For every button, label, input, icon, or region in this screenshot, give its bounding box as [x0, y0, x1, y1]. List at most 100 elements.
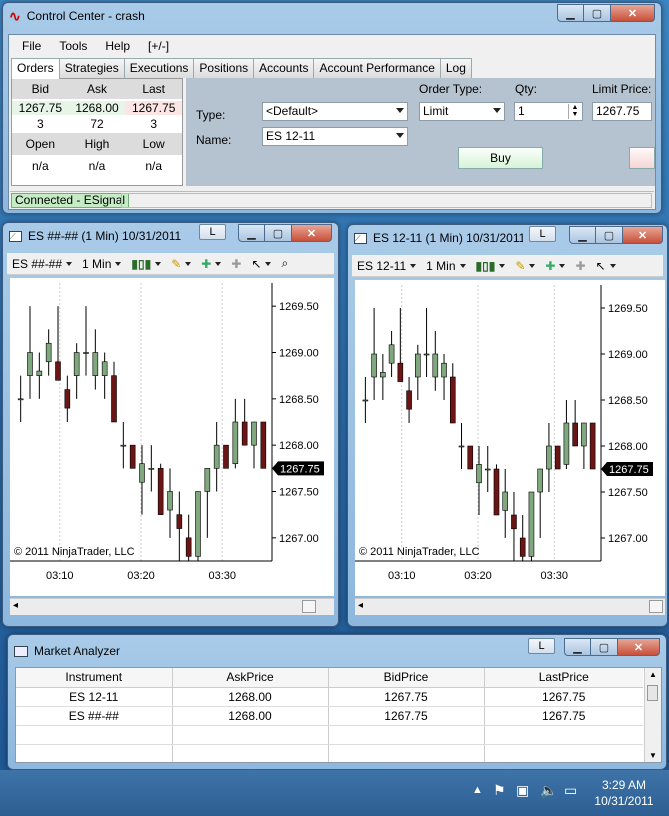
- candle-body: [17, 398, 24, 401]
- menu-tools[interactable]: Tools: [50, 39, 96, 53]
- interval-selector[interactable]: 1 Min: [426, 259, 466, 273]
- sell-button[interactable]: [629, 147, 655, 169]
- maximize-button[interactable]: ▢: [591, 638, 618, 656]
- tab-accounts[interactable]: Accounts: [253, 58, 315, 78]
- name-dropdown[interactable]: ES 12-11: [262, 127, 408, 146]
- maximize-button[interactable]: ▢: [584, 4, 611, 22]
- pencil-icon[interactable]: ✎: [171, 257, 192, 271]
- tab-strategies[interactable]: Strategies: [58, 58, 125, 78]
- zoom-icon[interactable]: ⌕: [281, 256, 288, 271]
- buy-button[interactable]: Buy: [458, 147, 543, 169]
- menu-toggle[interactable]: [+/-]: [139, 39, 178, 53]
- minimize-button[interactable]: ▁: [569, 226, 596, 244]
- order-type-dropdown[interactable]: Limit: [419, 102, 505, 121]
- close-button[interactable]: ✕: [618, 638, 660, 656]
- table-row[interactable]: [16, 744, 643, 762]
- tab-orders[interactable]: Orders: [11, 58, 60, 79]
- market-analyzer-grid[interactable]: Instrument AskPrice BidPrice LastPrice E…: [15, 667, 662, 763]
- cursor-icon[interactable]: ↖: [251, 257, 272, 271]
- y-tick-label: 1267.00: [279, 533, 319, 545]
- chart-plot-area[interactable]: 03:10 03:20 03:30 1269.50 1269.00 1268.50 1268…: [355, 280, 665, 596]
- volume-icon[interactable]: 🔈: [540, 782, 557, 799]
- pencil-icon[interactable]: ✎: [515, 259, 536, 273]
- close-button[interactable]: ✕: [292, 224, 332, 242]
- chart-style-icon[interactable]: ▮▯▮: [476, 259, 506, 273]
- scroll-thumb[interactable]: [647, 685, 658, 701]
- table-row[interactable]: ES 12-11 1268.00 1267.75 1267.75: [16, 687, 643, 707]
- link-button[interactable]: L: [528, 638, 555, 654]
- table-row[interactable]: ES ##-## 1268.00 1267.75 1267.75: [16, 706, 643, 726]
- minimize-button[interactable]: ▁: [238, 224, 265, 242]
- vertical-scrollbar[interactable]: ▲ ▼: [644, 668, 661, 762]
- scroll-thumb[interactable]: [302, 600, 316, 613]
- clock[interactable]: 3:29 AM 10/31/2011: [588, 777, 660, 809]
- x-tick-label: 03:30: [540, 570, 568, 582]
- stepper-arrows-icon[interactable]: ▲ ▼: [568, 104, 581, 119]
- maximize-button[interactable]: ▢: [596, 226, 623, 244]
- table-row[interactable]: [16, 725, 643, 745]
- horizontal-scrollbar[interactable]: ◂: [10, 598, 334, 615]
- type-dropdown[interactable]: <Default>: [262, 102, 408, 121]
- strategy-icon[interactable]: ✚: [575, 259, 585, 273]
- column-header[interactable]: BidPrice: [328, 668, 485, 688]
- tab-log[interactable]: Log: [439, 58, 472, 78]
- instrument-selector[interactable]: ES ##-##: [12, 257, 73, 271]
- network-icon[interactable]: ▣: [516, 782, 529, 799]
- candle-body: [157, 468, 164, 515]
- link-button[interactable]: L: [199, 224, 226, 240]
- candle-body: [371, 353, 377, 378]
- last-price-label: 1267.75: [280, 463, 320, 475]
- minimize-button[interactable]: ▁: [564, 638, 591, 656]
- chart-title: ES 12-11 (1 Min) 10/31/2011: [373, 231, 523, 245]
- minimize-button[interactable]: ▁: [557, 4, 584, 22]
- scroll-left-icon[interactable]: ◂: [358, 600, 363, 611]
- horizontal-scrollbar[interactable]: ◂: [355, 598, 665, 615]
- candle-body: [458, 445, 465, 448]
- last-value: 1267.75: [125, 100, 183, 115]
- tab-executions[interactable]: Executions: [123, 58, 195, 78]
- candle-body: [251, 421, 257, 446]
- maximize-button[interactable]: ▢: [265, 224, 292, 242]
- battery-icon[interactable]: ▭: [564, 782, 577, 799]
- chart-toolbar: ES 12-11 1 Min ▮▯▮ ✎ ✚ ✚ ↖: [352, 255, 663, 277]
- indicator-icon[interactable]: ✚: [201, 257, 222, 271]
- candlestick-chart: 03:10 03:20 03:30 1269.50 1269.00 1268.50 1268…: [355, 285, 653, 582]
- ask-size: 72: [90, 116, 104, 131]
- chart-style-icon[interactable]: ▮▯▮: [131, 257, 162, 271]
- show-hidden-icons-icon[interactable]: ▲: [472, 784, 483, 796]
- menu-help[interactable]: Help: [96, 39, 139, 53]
- interval-selector[interactable]: 1 Min: [82, 257, 122, 271]
- bid-size: 3: [36, 116, 44, 131]
- chart-plot-area[interactable]: 03:10 03:20 03:30 1269.50 1269.00 1268.50 1268…: [10, 278, 334, 596]
- tab-positions[interactable]: Positions: [193, 58, 255, 78]
- status-bar: Connected - ESignal: [10, 191, 654, 208]
- close-button[interactable]: ✕: [611, 4, 655, 22]
- link-button[interactable]: L: [529, 226, 556, 242]
- last-price-marker: 1267.75: [601, 462, 653, 476]
- x-tick-label: 03:30: [208, 570, 236, 582]
- cursor-icon[interactable]: ↖: [596, 259, 616, 273]
- column-header[interactable]: Instrument: [16, 668, 173, 688]
- high-value: n/a: [88, 159, 106, 173]
- strategy-icon[interactable]: ✚: [231, 257, 241, 271]
- scroll-left-icon[interactable]: ◂: [13, 600, 18, 611]
- menu-file[interactable]: File: [13, 39, 50, 53]
- candle-body: [204, 468, 211, 492]
- candle-body: [148, 468, 155, 470]
- column-header[interactable]: AskPrice: [172, 668, 329, 688]
- qty-stepper[interactable]: 1 ▲ ▼: [514, 102, 583, 121]
- column-header[interactable]: LastPrice: [484, 668, 643, 688]
- table-cell: ES 12-11: [16, 687, 173, 707]
- tab-account-performance[interactable]: Account Performance: [313, 58, 441, 78]
- action-center-flag-icon[interactable]: ⚑: [493, 782, 506, 799]
- instrument-selector[interactable]: ES 12-11: [357, 259, 417, 273]
- scroll-down-icon[interactable]: ▼: [649, 751, 657, 760]
- scroll-up-icon[interactable]: ▲: [649, 670, 657, 679]
- limit-price-field[interactable]: 1267.75: [592, 102, 652, 121]
- scroll-thumb[interactable]: [649, 600, 663, 613]
- candle-body: [195, 491, 201, 557]
- high-label: High: [84, 137, 110, 151]
- close-button[interactable]: ✕: [623, 226, 663, 244]
- market-analyzer-window: Market Analyzer L ▁ ▢ ✕ Instrument AskPr…: [7, 634, 667, 770]
- indicator-icon[interactable]: ✚: [545, 259, 566, 273]
